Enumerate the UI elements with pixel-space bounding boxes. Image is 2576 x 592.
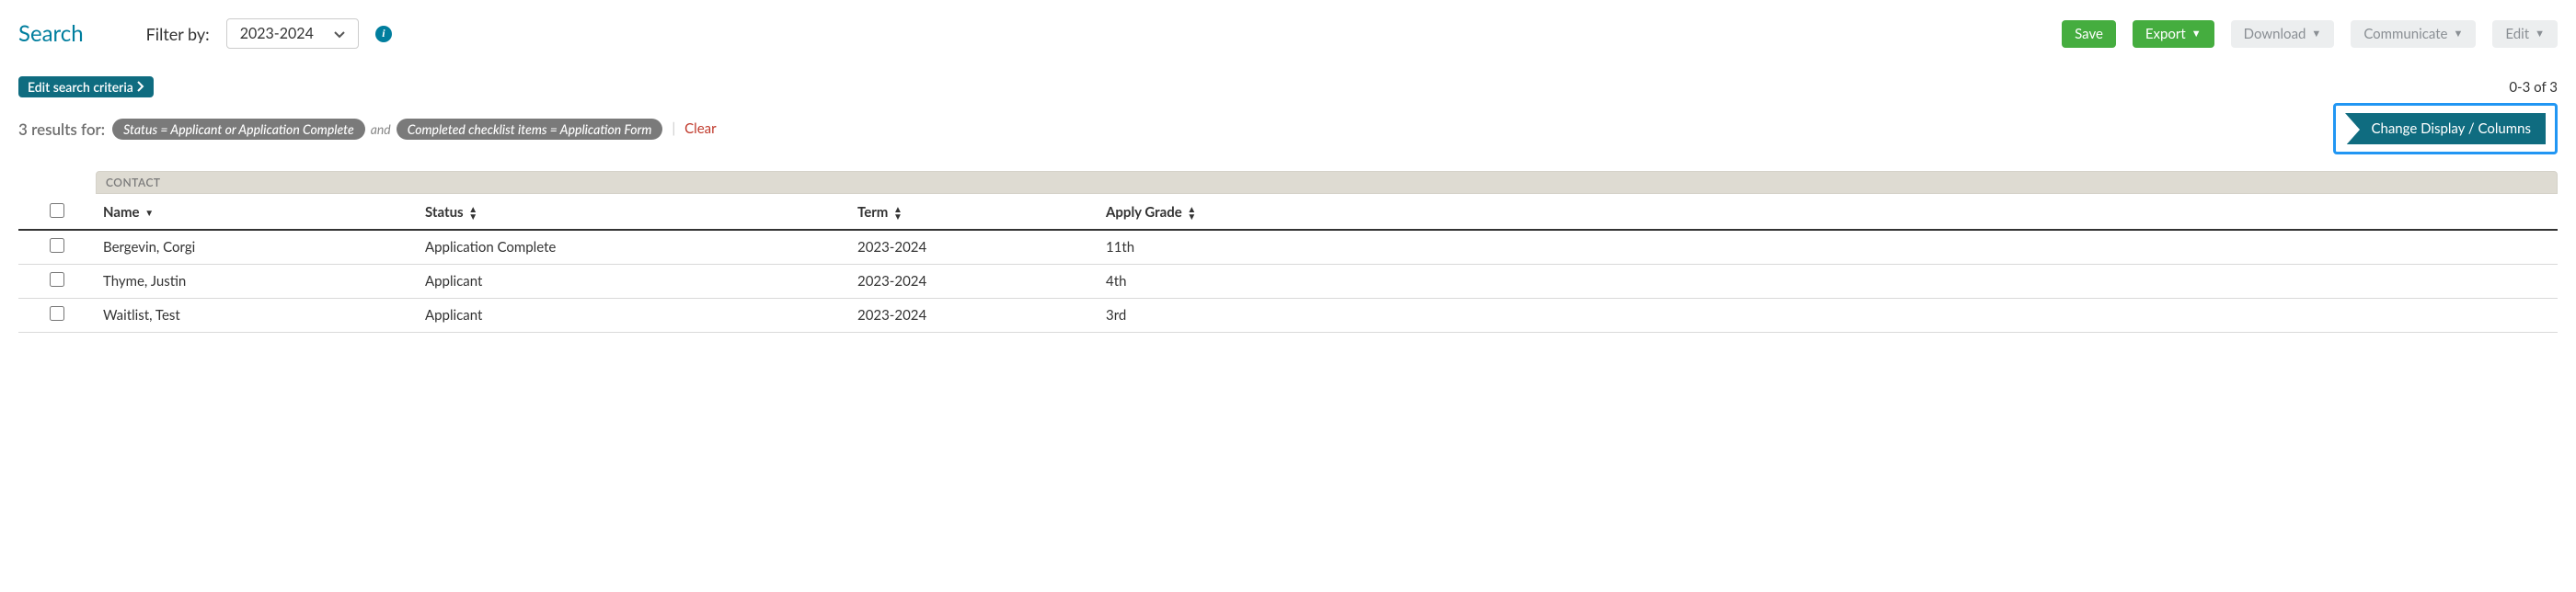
column-header-name[interactable]: Name ▼	[96, 194, 418, 230]
cell-status: Applicant	[418, 299, 850, 333]
top-bar: Search Filter by: 2023-2024 i Save Expor…	[18, 18, 2558, 49]
export-button-label: Export	[2145, 26, 2186, 42]
column-header-name-label: Name	[103, 204, 140, 221]
cell-name[interactable]: Bergevin, Corgi	[96, 230, 418, 265]
change-display-columns-label: Change Display / Columns	[2371, 120, 2531, 137]
results-row: 3 results for: Status = Applicant or App…	[18, 103, 2558, 154]
pipe-divider: |	[672, 120, 675, 137]
chevron-down-icon: ▼	[2453, 28, 2463, 40]
chevron-down-icon: ▼	[2535, 28, 2545, 40]
cell-term: 2023-2024	[850, 299, 1098, 333]
results-count-label: 3 results for:	[18, 120, 105, 139]
clear-filters-link[interactable]: Clear	[684, 120, 716, 137]
change-display-columns-button[interactable]: Change Display / Columns	[2345, 113, 2546, 144]
cell-grade: 3rd	[1098, 299, 2558, 333]
cell-name[interactable]: Thyme, Justin	[96, 265, 418, 299]
results-table: Name ▼ Status ▲▼ Term ▲▼ Apply Grade ▲▼ …	[18, 194, 2558, 333]
download-button[interactable]: Download ▼	[2231, 20, 2335, 48]
table-row: Waitlist, TestApplicant2023-20243rd	[18, 299, 2558, 333]
communicate-button-label: Communicate	[2363, 26, 2447, 42]
select-all-checkbox[interactable]	[50, 203, 64, 218]
chevron-right-icon	[137, 79, 144, 95]
communicate-button[interactable]: Communicate ▼	[2351, 20, 2476, 48]
table-row: Bergevin, CorgiApplication Complete2023-…	[18, 230, 2558, 265]
criteria-bar: Edit search criteria 0-3 of 3	[18, 76, 2558, 97]
and-text: and	[371, 121, 391, 137]
info-icon[interactable]: i	[375, 26, 392, 42]
results-table-wrap: CONTACT Name ▼ Status ▲▼ Term ▲▼	[18, 171, 2558, 333]
column-header-status-label: Status	[425, 204, 464, 221]
change-columns-highlight: Change Display / Columns	[2333, 103, 2558, 154]
filter-by-label: Filter by:	[146, 24, 210, 44]
cell-name[interactable]: Waitlist, Test	[96, 299, 418, 333]
cell-term: 2023-2024	[850, 230, 1098, 265]
select-all-header	[18, 194, 96, 230]
filter-term-select[interactable]: 2023-2024	[226, 18, 359, 49]
chevron-down-icon	[334, 25, 345, 42]
edit-button-label: Edit	[2505, 26, 2529, 42]
table-row: Thyme, JustinApplicant2023-20244th	[18, 265, 2558, 299]
sort-icon: ▲▼	[893, 206, 903, 221]
sort-icon: ▲▼	[468, 206, 477, 221]
filter-term-value: 2023-2024	[240, 25, 314, 42]
edit-search-criteria-label: Edit search criteria	[28, 79, 133, 95]
edit-button[interactable]: Edit ▼	[2492, 20, 2558, 48]
export-button[interactable]: Export ▼	[2133, 20, 2214, 48]
chevron-down-icon: ▼	[2311, 28, 2321, 40]
row-checkbox[interactable]	[50, 306, 64, 321]
cell-grade: 4th	[1098, 265, 2558, 299]
results-range: 0-3 of 3	[2509, 79, 2558, 96]
page-title: Search	[18, 20, 84, 47]
sort-desc-icon: ▼	[144, 210, 154, 217]
save-button-label: Save	[2075, 26, 2103, 42]
filter-chip-checklist[interactable]: Completed checklist items = Application …	[397, 119, 663, 140]
row-checkbox[interactable]	[50, 238, 64, 253]
results-left: 3 results for: Status = Applicant or App…	[18, 119, 717, 140]
filter-chip-status[interactable]: Status = Applicant or Application Comple…	[112, 119, 365, 140]
column-header-term-label: Term	[857, 204, 888, 221]
chevron-down-icon: ▼	[2191, 28, 2202, 40]
column-header-term[interactable]: Term ▲▼	[850, 194, 1098, 230]
sort-icon: ▲▼	[1187, 206, 1196, 221]
cell-grade: 11th	[1098, 230, 2558, 265]
cell-status: Applicant	[418, 265, 850, 299]
column-header-status[interactable]: Status ▲▼	[418, 194, 850, 230]
cell-term: 2023-2024	[850, 265, 1098, 299]
edit-search-criteria-button[interactable]: Edit search criteria	[18, 76, 154, 97]
column-header-grade-label: Apply Grade	[1106, 204, 1182, 221]
download-button-label: Download	[2244, 26, 2306, 42]
column-group-contact: CONTACT	[96, 171, 2558, 194]
row-checkbox[interactable]	[50, 272, 64, 287]
save-button[interactable]: Save	[2062, 20, 2116, 48]
cell-status: Application Complete	[418, 230, 850, 265]
column-header-grade[interactable]: Apply Grade ▲▼	[1098, 194, 2558, 230]
